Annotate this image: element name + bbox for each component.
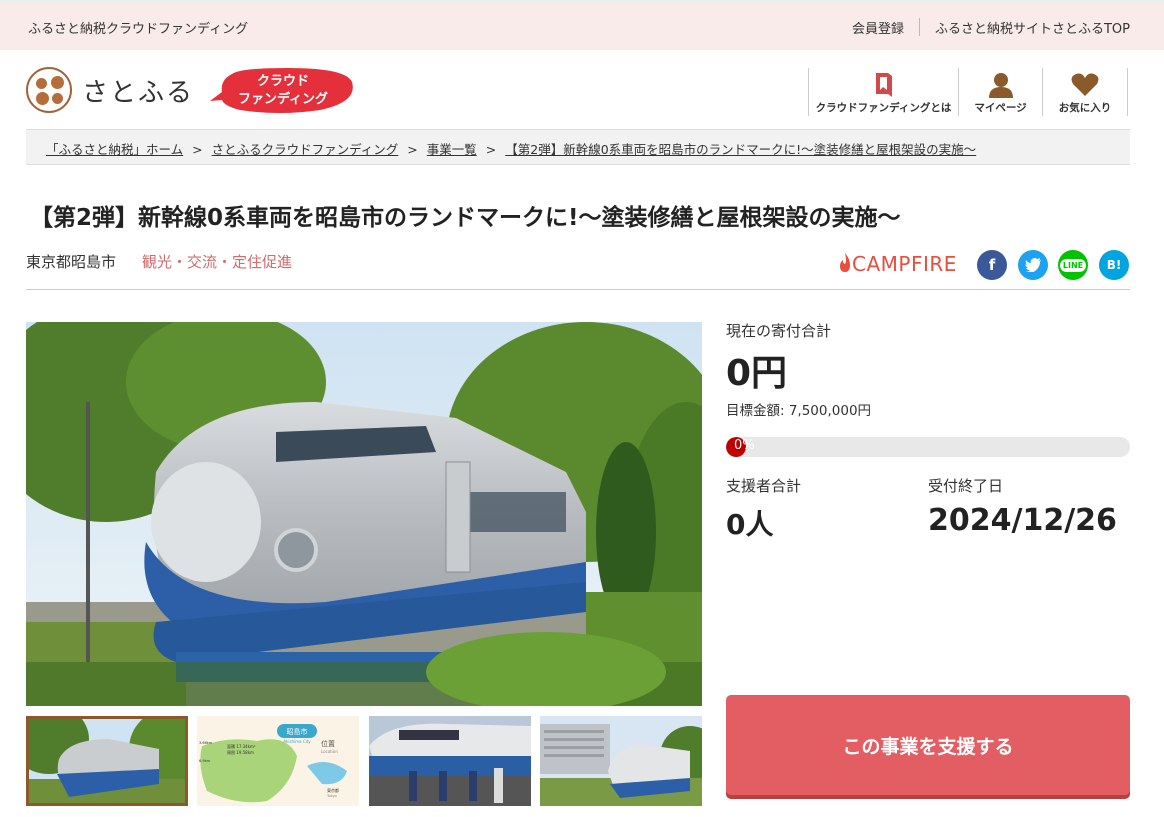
logo-mark-icon: [26, 67, 72, 113]
apartment-thumb: [540, 716, 702, 806]
nav-label: お気に入り: [1058, 102, 1112, 114]
map-thumb: 昭島市 Akishima City 位置 Location 面積 17.34km…: [197, 716, 359, 806]
project-area: 東京都昭島市: [26, 253, 117, 271]
supporters-value: 0人: [726, 508, 774, 541]
crowdfunding-badge[interactable]: クラウド ファンディング: [210, 68, 356, 114]
map-ew-distance: 6.9km: [199, 759, 211, 763]
thumbnail-1[interactable]: [26, 716, 188, 806]
divider: [26, 289, 1130, 290]
satofull-logo[interactable]: さとふる: [26, 67, 194, 113]
line-share-button[interactable]: LINE: [1058, 250, 1088, 280]
hatena-share-button[interactable]: B!: [1099, 250, 1129, 280]
breadcrumb-current[interactable]: 【第2弾】新幹線0系車両を昭島市のランドマークに!～塗装修繕と屋根架設の実施～: [505, 142, 976, 157]
twitter-share-button[interactable]: [1018, 250, 1048, 280]
nav-favorites[interactable]: お気に入り: [1042, 68, 1128, 116]
target-amount: 目標金額: 7,500,000円: [726, 403, 872, 419]
nav-label: クラウドファンディングとは: [815, 102, 952, 114]
thumbnail-4[interactable]: [540, 716, 702, 806]
site-label: ふるさと納税クラウドファンディング: [28, 22, 249, 37]
support-project-button[interactable]: この事業を支援する: [726, 695, 1130, 795]
flame-icon: [840, 253, 850, 272]
register-link[interactable]: 会員登録: [852, 18, 904, 37]
progress-bar: 0%: [726, 437, 1130, 457]
campfire-logo[interactable]: CAMPFIRE: [838, 252, 957, 276]
nav-label: マイページ: [974, 102, 1027, 114]
shinkansen-photo: [26, 322, 702, 706]
map-perimeter-stat: 周囲 19.58km: [227, 749, 254, 755]
map-city-en: Akishima City: [283, 739, 311, 744]
heart-icon: [1071, 73, 1099, 96]
top-links: 会員登録 ふるさと納税サイトさとふるTOP: [852, 18, 1130, 37]
badge-line2: ファンディング: [237, 92, 329, 107]
deadline-label: 受付終了日: [928, 477, 1004, 495]
campfire-text: CAMPFIRE: [852, 252, 957, 276]
divider: [918, 18, 920, 36]
thumbnail-3[interactable]: [369, 716, 531, 806]
workers-thumb: [369, 716, 531, 806]
breadcrumb-project-list[interactable]: 事業一覧: [427, 142, 477, 157]
shinkansen-thumb: [29, 719, 185, 803]
satofull-top-link[interactable]: ふるさと納税サイトさとふるTOP: [935, 18, 1130, 37]
twitter-icon: [1025, 258, 1041, 272]
map-tokyo-en: Tokyo: [326, 794, 337, 798]
line-icon: LINE: [1059, 258, 1087, 272]
breadcrumb-home[interactable]: 「ふるさと納税」ホーム: [46, 142, 183, 157]
user-icon: [988, 73, 1013, 98]
current-total-value: 0円: [726, 353, 788, 394]
nav-mypage[interactable]: マイページ: [958, 68, 1042, 116]
logo-text: さとふる: [82, 77, 195, 108]
progress-percent: 0%: [734, 438, 755, 453]
map-tokyo-label: 東京都: [327, 787, 339, 793]
page-title: 【第2弾】新幹線0系車両を昭島市のランドマークに!～塗装修繕と屋根架設の実施～: [30, 205, 901, 231]
thumbnail-2-map[interactable]: 昭島市 Akishima City 位置 Location 面積 17.34km…: [197, 716, 359, 806]
nav-about[interactable]: クラウドファンディングとは: [808, 68, 958, 116]
map-area-stat: 面積 17.34km²: [227, 743, 256, 749]
current-total-label: 現在の寄付合計: [726, 322, 832, 340]
facebook-share-button[interactable]: f: [977, 250, 1007, 280]
breadcrumb: 「ふるさと納税」ホーム > さとふるクラウドファンディング > 事業一覧 > 【第2弾】新幹…: [26, 129, 1130, 165]
deadline-value: 2024/12/26: [928, 503, 1117, 538]
project-category[interactable]: 観光・交流・定住促進: [142, 251, 292, 272]
book-icon: [875, 73, 892, 97]
header-nav: クラウドファンディングとは マイページ お気に入り: [808, 68, 1128, 116]
map-city-label: 昭島市: [287, 727, 308, 736]
top-bar: ふるさと納税クラウドファンディング 会員登録 ふるさと納税サイトさとふるTOP: [0, 0, 1164, 50]
main-project-photo: [26, 322, 702, 706]
map-location-label: 位置: [321, 739, 335, 748]
map-ns-distance: 3.66km: [199, 741, 213, 745]
breadcrumb-crowdfunding[interactable]: さとふるクラウドファンディング: [212, 142, 399, 157]
badge-line1: クラウド: [256, 74, 309, 89]
facebook-icon: f: [988, 256, 996, 274]
hatena-icon: B!: [1106, 258, 1122, 272]
map-location-en: Location: [321, 749, 338, 754]
supporters-label: 支援者合計: [726, 477, 802, 495]
